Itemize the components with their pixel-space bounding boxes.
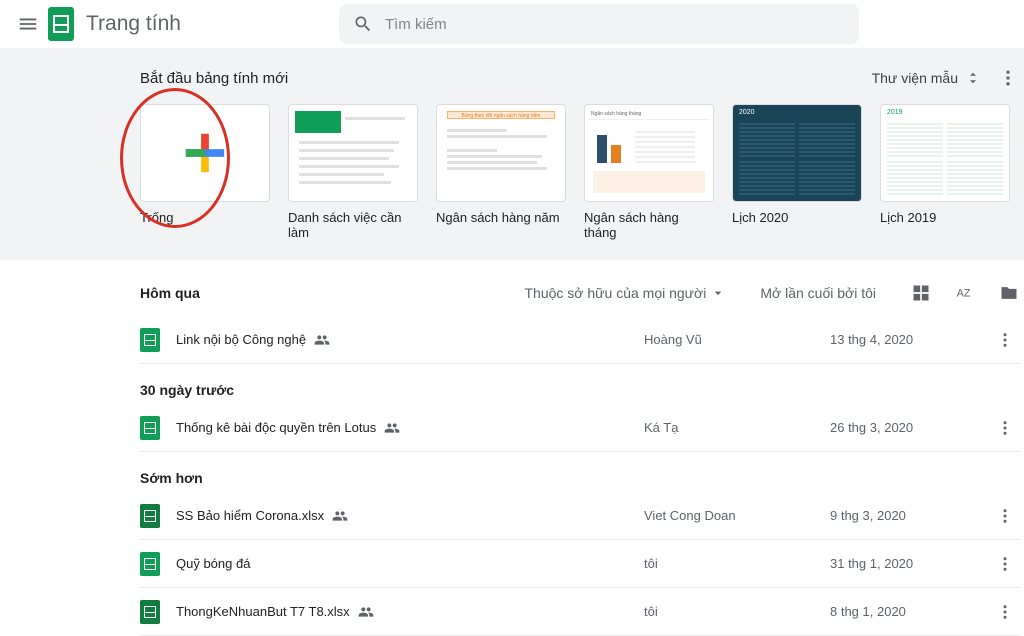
- gallery-heading: Bắt đầu bảng tính mới: [140, 70, 288, 87]
- shared-icon: [332, 508, 348, 524]
- file-name: Link nội bộ Công nghệ: [176, 332, 628, 348]
- app-title: Trang tính: [86, 12, 181, 36]
- sheets-logo-icon[interactable]: [48, 7, 74, 41]
- search-icon: [353, 14, 373, 34]
- menu-icon[interactable]: [16, 12, 40, 36]
- file-row[interactable]: Thống kê bài độc quyền trên Lotus Ká Tạ 26…: [140, 404, 1020, 452]
- search-box[interactable]: [339, 4, 859, 44]
- file-date: 31 thg 1, 2020: [830, 556, 980, 571]
- unfold-icon: [964, 69, 982, 87]
- template-annual-budget[interactable]: Bảng theo dõi ngân sách hàng năm Ngân sá…: [436, 104, 566, 240]
- shared-icon: [384, 420, 400, 436]
- template-name: Lịch 2019: [880, 210, 1010, 225]
- template-calendar-2019[interactable]: 2019 Lịch 2019: [880, 104, 1010, 240]
- file-row[interactable]: ThongKeNhuanBut T7 T8.xlsx tôi 8 thg 1, 20…: [140, 588, 1020, 636]
- file-date: 13 thg 4, 2020: [830, 332, 980, 347]
- file-name: Thống kê bài độc quyền trên Lotus: [176, 420, 628, 436]
- template-todo[interactable]: Danh sách việc cần làm: [288, 104, 418, 240]
- plus-icon: [141, 105, 269, 201]
- sheets-file-icon: [140, 328, 160, 352]
- template-blank[interactable]: Trống: [140, 104, 270, 240]
- row-more-button[interactable]: [996, 331, 1020, 349]
- row-more-button[interactable]: [996, 507, 1020, 525]
- template-name: Trống: [140, 210, 270, 225]
- file-owner: Ká Tạ: [644, 420, 814, 435]
- folder-icon[interactable]: [998, 282, 1020, 304]
- row-more-button[interactable]: [996, 603, 1020, 621]
- file-owner: Viet Cong Doan: [644, 508, 814, 523]
- template-name: Ngân sách hàng tháng: [584, 210, 714, 240]
- template-calendar-2020[interactable]: 2020 Lịch 2020: [732, 104, 862, 240]
- doc-list-controls: Hôm qua Thuộc sở hữu của mọi người Mở lầ…: [140, 282, 1020, 304]
- file-row[interactable]: SS Bảo hiểm Corona.xlsx Viet Cong Doan 9 t…: [140, 492, 1020, 540]
- file-owner: Hoàng Vũ: [644, 332, 814, 347]
- excel-file-icon: [140, 600, 160, 624]
- template-name: Ngân sách hàng năm: [436, 210, 566, 225]
- template-gallery: Bắt đầu bảng tính mới Thư viện mẫu: [0, 48, 1024, 260]
- section-heading: Sớm hơn: [140, 470, 1020, 486]
- file-owner: tôi: [644, 556, 814, 571]
- template-monthly-budget[interactable]: Ngân sách hàng tháng Ngân sách hàng thán…: [584, 104, 714, 240]
- owner-filter[interactable]: Thuộc sở hữu của mọi người: [525, 285, 727, 301]
- search-input[interactable]: [385, 16, 845, 33]
- row-more-button[interactable]: [996, 419, 1020, 437]
- file-row[interactable]: Quỹ bóng đá tôi 31 thg 1, 2020: [140, 540, 1020, 588]
- excel-file-icon: [140, 504, 160, 528]
- file-name: Quỹ bóng đá: [176, 556, 628, 571]
- file-name: SS Bảo hiểm Corona.xlsx: [176, 508, 628, 524]
- shared-icon: [358, 604, 374, 620]
- row-more-button[interactable]: [996, 555, 1020, 573]
- file-name: ThongKeNhuanBut T7 T8.xlsx: [176, 604, 628, 620]
- file-date: 26 thg 3, 2020: [830, 420, 980, 435]
- template-gallery-button[interactable]: Thư viện mẫu: [872, 69, 982, 87]
- file-date: 8 thg 1, 2020: [830, 604, 980, 619]
- svg-text:AZ: AZ: [957, 287, 971, 299]
- gallery-more-button[interactable]: [996, 66, 1020, 90]
- section-heading: 30 ngày trước: [140, 382, 1020, 398]
- file-owner: tôi: [644, 604, 814, 619]
- template-gallery-label: Thư viện mẫu: [872, 70, 958, 86]
- template-name: Danh sách việc cần làm: [288, 210, 418, 240]
- sheets-file-icon: [140, 416, 160, 440]
- sort-az-icon[interactable]: AZ: [954, 282, 976, 304]
- shared-icon: [314, 332, 330, 348]
- grid-view-icon[interactable]: [910, 282, 932, 304]
- dropdown-icon: [710, 285, 726, 301]
- template-name: Lịch 2020: [732, 210, 862, 225]
- sort-label[interactable]: Mở lần cuối bởi tôi: [760, 285, 876, 301]
- doc-list: Hôm qua Thuộc sở hữu của mọi người Mở lầ…: [140, 260, 1020, 636]
- file-date: 9 thg 3, 2020: [830, 508, 980, 523]
- sheets-file-icon: [140, 552, 160, 576]
- top-header: Trang tính: [0, 0, 1024, 48]
- section-heading: Hôm qua: [140, 285, 200, 301]
- file-row[interactable]: Link nội bộ Công nghệ Hoàng Vũ 13 thg 4, 2…: [140, 316, 1020, 364]
